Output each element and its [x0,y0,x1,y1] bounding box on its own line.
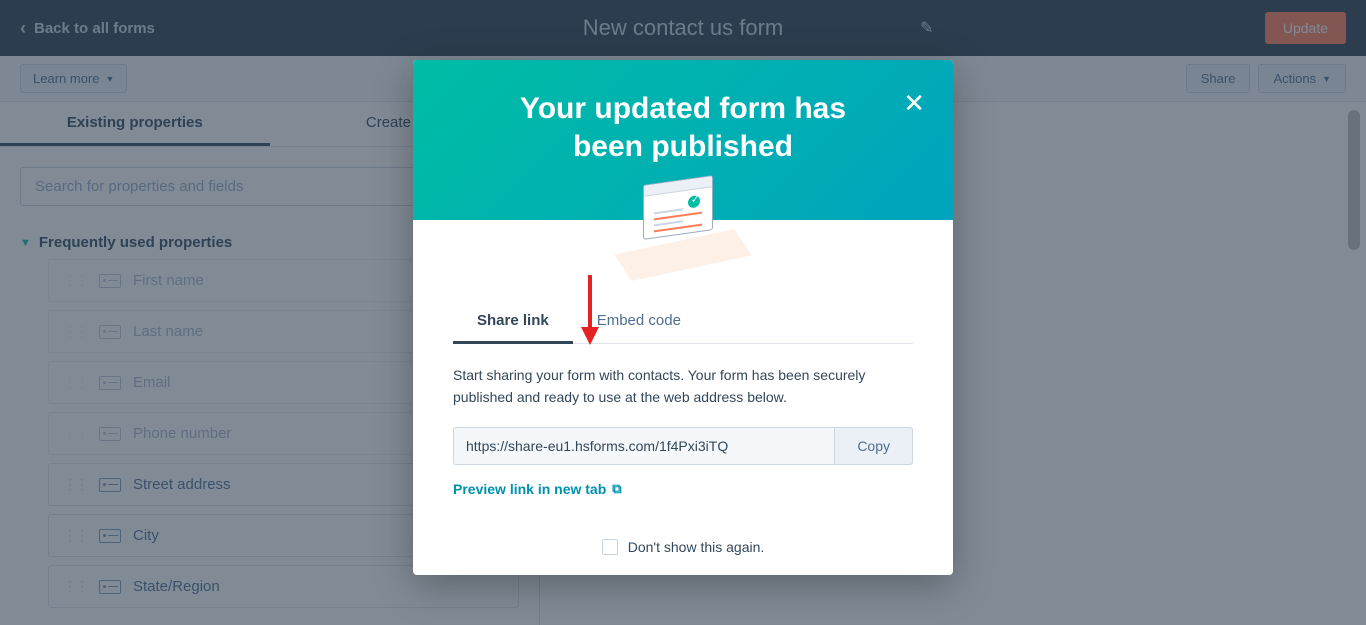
modal-tabs: Share link Embed code [453,300,913,344]
modal-description: Start sharing your form with contacts. Y… [453,364,913,409]
copy-button[interactable]: Copy [834,427,913,465]
modal-title: Your updated form has been published [453,90,913,165]
share-url-input[interactable]: https://share-eu1.hsforms.com/1f4Pxi3iTQ [453,427,834,465]
annotation-arrow [578,275,602,350]
dont-show-row: Don't show this again. [413,519,953,575]
preview-link[interactable]: Preview link in new tab ⧉ [453,481,622,497]
external-link-icon: ⧉ [612,481,621,497]
close-icon[interactable]: ✕ [903,88,925,119]
url-row: https://share-eu1.hsforms.com/1f4Pxi3iTQ… [453,427,913,465]
tab-share-link[interactable]: Share link [453,300,573,344]
publish-modal: ✕ Your updated form has been published S… [413,60,953,575]
publish-illustration [623,180,743,280]
dont-show-checkbox[interactable] [602,539,618,555]
modal-body: Start sharing your form with contacts. Y… [413,344,953,519]
dont-show-label: Don't show this again. [628,539,765,555]
